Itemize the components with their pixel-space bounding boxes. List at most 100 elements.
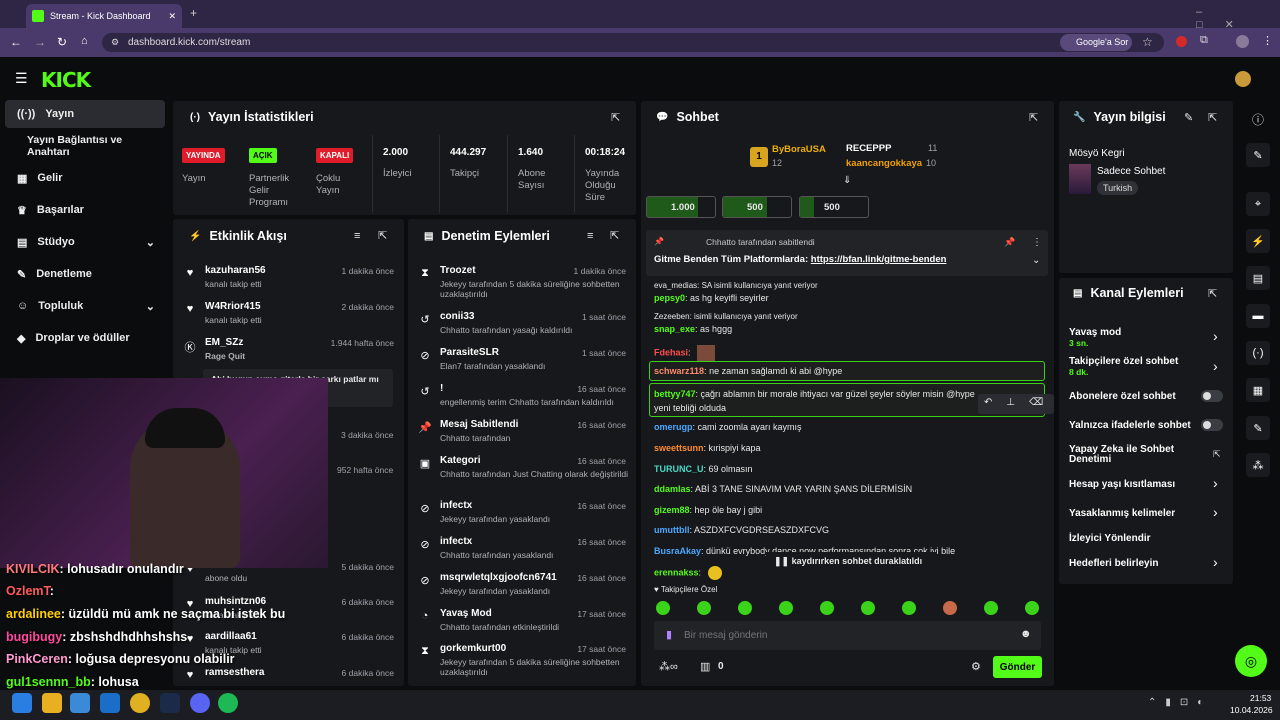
sidebar-item-gelir[interactable]: ▦ Gelir [5, 164, 165, 192]
raid-item[interactable]: İzleyici Yönlendir [1069, 533, 1151, 544]
emote-3-icon[interactable] [738, 601, 752, 615]
channel-points-icon[interactable]: ⁂∞ [659, 660, 678, 673]
emoji-icon[interactable]: ☻ [1020, 628, 1032, 640]
filter-icon[interactable]: ≡ [587, 230, 593, 242]
emote-9-icon[interactable] [984, 601, 998, 615]
emote-only-toggle[interactable] [1201, 419, 1223, 431]
emote-2-icon[interactable] [697, 601, 711, 615]
reply-icon[interactable]: ↶ [984, 397, 1006, 408]
store-app-icon[interactable] [70, 693, 90, 713]
expand-leaderboard-icon[interactable]: ⇓ [843, 175, 851, 186]
external-link-icon[interactable]: ⇱ [1213, 449, 1221, 460]
hamburger-menu-icon[interactable]: ☰ [15, 70, 28, 87]
subs-only-toggle[interactable] [1201, 390, 1223, 402]
sidebar-item-studio[interactable]: ▤ Stüdyo ⌄ [5, 228, 165, 256]
popout-icon[interactable]: ⇱ [610, 229, 619, 242]
back-icon[interactable]: ← [10, 35, 22, 49]
browser-tab[interactable]: Stream - Kick Dashboard ✕ [26, 4, 182, 28]
popout-icon[interactable]: ⇱ [1029, 111, 1038, 124]
new-tab-icon[interactable]: + [190, 6, 197, 20]
extensions-puzzle-icon[interactable]: ⧉ [1200, 34, 1208, 47]
chat-message[interactable]: sweettsunn: kırispiyi kapa [654, 443, 761, 453]
forward-icon[interactable]: → [34, 35, 46, 49]
sidebar-item-yayin[interactable]: ((·)) Yayın [5, 100, 165, 128]
store-icon[interactable]: ▥ [700, 660, 710, 673]
chat-settings-icon[interactable]: ⚙ [971, 660, 981, 673]
chat-message[interactable]: gizem88: hep öle bay j gibi [654, 505, 762, 515]
goal-3[interactable]: 500 [799, 196, 869, 218]
account-age-item[interactable]: Hesap yaşı kısıtlaması [1069, 479, 1175, 490]
bookmark-star-icon[interactable]: ☆ [1142, 35, 1153, 49]
filter-icon[interactable]: ≡ [354, 230, 360, 242]
support-button[interactable]: ◎ [1235, 645, 1267, 677]
user-avatar[interactable] [1235, 71, 1251, 87]
chat-message[interactable]: schwarz118: ne zaman sağlamdı ki abi @hy… [654, 366, 842, 376]
chevron-right-icon[interactable]: › [1213, 504, 1218, 520]
followers-only-item[interactable]: Takipçilere özel sohbet 8 dk. [1069, 356, 1178, 377]
close-tab-icon[interactable]: ✕ [168, 11, 176, 22]
home-icon[interactable]: ⌂ [81, 35, 88, 47]
emote-8-icon[interactable] [943, 601, 957, 615]
file-explorer-icon[interactable] [42, 693, 62, 713]
popout-icon[interactable]: ⇱ [1208, 111, 1217, 124]
sidebar-item-achievements[interactable]: ♛ Başarılar [5, 196, 165, 224]
message-field[interactable] [684, 626, 1004, 645]
reload-icon[interactable]: ↻ [57, 35, 67, 49]
capture-icon[interactable]: ⌖ [1246, 192, 1270, 216]
sidebar-item-moderation[interactable]: ✎ Denetleme [5, 260, 165, 288]
slow-mode-item[interactable]: Yavaş mod 3 sn. [1069, 327, 1121, 348]
goal-1[interactable]: 1.000 [646, 196, 716, 218]
edit-icon[interactable]: ✎ [1184, 111, 1193, 124]
chevron-right-icon[interactable]: › [1213, 358, 1218, 374]
sidebar-item-stream-key[interactable]: Yayın Bağlantısı ve Anahtarı [5, 132, 165, 160]
actions-tool-icon[interactable]: ▦ [1246, 378, 1270, 402]
steam-icon[interactable] [160, 693, 180, 713]
chat-message[interactable]: omerugp: cami zoomla ayarı kaymış [654, 422, 802, 432]
edit-tool-icon[interactable]: ✎ [1246, 143, 1270, 167]
chat-message[interactable]: bettyy747: çağrı ablamın bir morale ihti… [654, 387, 984, 415]
moderation-tool-icon[interactable]: ▤ [1246, 266, 1270, 290]
emote-4-icon[interactable] [779, 601, 793, 615]
pinned-message[interactable]: 📌 Chhatto tarafından sabitlendi Gitme Be… [646, 230, 1048, 276]
mic-icon[interactable]: ▮ [666, 628, 672, 641]
chevron-down-icon[interactable]: ⌄ [1032, 255, 1040, 266]
goals-item[interactable]: Hedefleri belirleyin [1069, 558, 1158, 569]
extension-icon[interactable] [1176, 36, 1187, 47]
info-icon[interactable]: ⓘ [1252, 111, 1264, 128]
chat-message[interactable]: pepsy0: as hg keyifli seyirler [654, 293, 769, 303]
site-info-icon[interactable]: ⚙ [111, 37, 119, 48]
emote-5-icon[interactable] [820, 601, 834, 615]
discord-icon[interactable] [190, 693, 210, 713]
chat-message[interactable]: snap_exe: as hggg [654, 324, 732, 334]
profile-avatar[interactable] [1236, 35, 1249, 48]
goal-2[interactable]: 500 [722, 196, 792, 218]
chrome-icon[interactable] [130, 693, 150, 713]
chat-message[interactable]: umuttbll: ASZDXFCVGDRSEASZDXFCVG [654, 525, 829, 535]
banned-words-item[interactable]: Yasaklanmış kelimeler [1069, 508, 1175, 519]
unpin-icon[interactable]: 📌 [1004, 237, 1015, 248]
chat-message[interactable]: TURUNC_U: 69 olmasın [654, 464, 753, 474]
outlook-icon[interactable] [100, 693, 120, 713]
chevron-right-icon[interactable]: › [1213, 475, 1218, 491]
google-ask-button[interactable]: Google'a Sor [1060, 34, 1132, 51]
browser-menu-icon[interactable]: ⋮ [1262, 34, 1273, 47]
emote-7-icon[interactable] [902, 601, 916, 615]
activity-tool-icon[interactable]: ⚡ [1246, 229, 1270, 253]
chat-message[interactable]: ddamlas: ABİ 3 TANE SINAVIM VAR YARIN ŞA… [654, 484, 912, 494]
delete-icon[interactable]: ⌫ [1029, 397, 1057, 408]
pin-icon[interactable]: ⊥ [1006, 397, 1029, 408]
chat-input[interactable]: ▮ ☻ [654, 621, 1041, 650]
spotify-icon[interactable] [218, 693, 238, 713]
windows-start-icon[interactable] [12, 693, 32, 713]
chat-tool-icon[interactable]: ▬ [1246, 304, 1270, 328]
popout-icon[interactable]: ⇱ [378, 229, 387, 242]
more-icon[interactable]: ⋮ [1032, 237, 1042, 248]
sidebar-item-drops[interactable]: ◆ Droplar ve ödüller [5, 324, 165, 352]
emote-10-icon[interactable] [1025, 601, 1039, 615]
send-button[interactable]: Gönder [993, 656, 1042, 678]
sidebar-item-community[interactable]: ☺ Topluluk ⌄ [5, 292, 165, 320]
chat-message[interactable]: erennakss: [654, 566, 722, 580]
emote-1-icon[interactable] [656, 601, 670, 615]
popout-icon[interactable]: ⇱ [1208, 287, 1217, 300]
kick-logo[interactable]: KICK [41, 68, 91, 92]
